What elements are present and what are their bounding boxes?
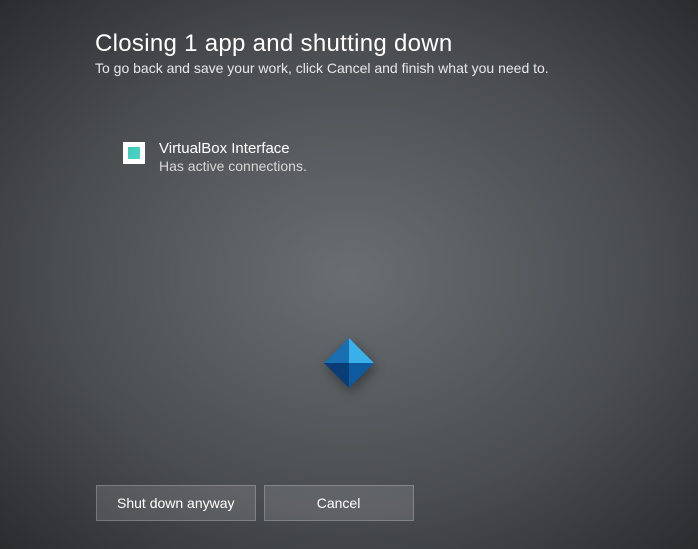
app-list: VirtualBox Interface Has active connecti… xyxy=(95,140,698,174)
virtualbox-icon xyxy=(123,142,145,164)
shutdown-anyway-button[interactable]: Shut down anyway xyxy=(96,485,256,521)
app-name: VirtualBox Interface xyxy=(159,140,307,157)
app-item: VirtualBox Interface Has active connecti… xyxy=(123,140,698,174)
button-bar: Shut down anyway Cancel xyxy=(96,485,414,521)
page-subtitle: To go back and save your work, click Can… xyxy=(95,60,698,76)
shutdown-dialog: Closing 1 app and shutting down To go ba… xyxy=(0,0,698,174)
app-text: VirtualBox Interface Has active connecti… xyxy=(159,140,307,174)
windows-logo-watermark-icon xyxy=(324,338,374,388)
app-status: Has active connections. xyxy=(159,158,307,174)
page-title: Closing 1 app and shutting down xyxy=(95,30,698,58)
cancel-button[interactable]: Cancel xyxy=(264,485,414,521)
